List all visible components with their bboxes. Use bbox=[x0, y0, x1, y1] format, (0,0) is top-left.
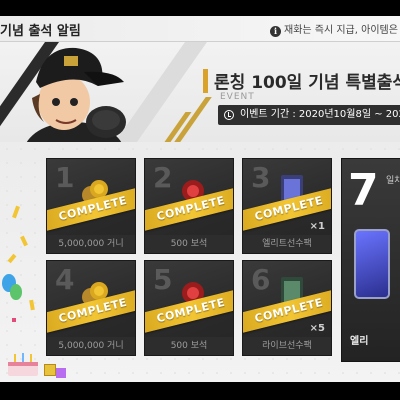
event-banner: 론칭 100일 기념 특별출석 이 EVENT 이벤트 기간 : 2020년10… bbox=[0, 42, 400, 142]
info-icon: i bbox=[270, 26, 281, 37]
title-bar: 기념 출석 알림 i재화는 즉시 지급, 아이템은 우편으 bbox=[0, 16, 400, 42]
reward-quantity: ×1 bbox=[309, 221, 325, 232]
day-suffix: 일차 bbox=[386, 176, 400, 186]
cake-icon bbox=[8, 353, 38, 376]
reward-label: 엘리트선수팩 bbox=[243, 235, 331, 253]
reward-card-day-2[interactable]: 2 COMPLETE 500 보석 bbox=[144, 158, 234, 254]
phone-card-icon bbox=[354, 229, 390, 299]
balloon-decoration bbox=[10, 284, 22, 300]
reward-card-day-1[interactable]: 1 COMPLETE 5,000,000 거니 bbox=[46, 158, 136, 254]
gift-icon bbox=[44, 364, 56, 376]
day-number: 2 bbox=[153, 161, 173, 194]
day-number: 4 bbox=[55, 263, 75, 296]
reward-label: 500 보석 bbox=[145, 337, 233, 355]
reward-label: 500 보석 bbox=[145, 235, 233, 253]
reward-card-day-6[interactable]: 6 ×5 COMPLETE 라이브선수팩 bbox=[242, 260, 332, 356]
notice-text: 재화는 즉시 지급, 아이템은 우편으 bbox=[284, 25, 400, 36]
reward-card-day-5[interactable]: 5 COMPLETE 500 보석 bbox=[144, 260, 234, 356]
event-period-text: 이벤트 기간 : 2020년10월8일 ~ 2020년 bbox=[240, 109, 400, 120]
day-number: 1 bbox=[55, 161, 75, 194]
reward-card-day-4[interactable]: 4 COMPLETE 5,000,000 거니 bbox=[46, 260, 136, 356]
gift-icon bbox=[56, 368, 66, 378]
day-number: 6 bbox=[251, 263, 271, 296]
confetti-decoration bbox=[12, 318, 16, 322]
reward-card-day-3[interactable]: 3 ×1 COMPLETE 엘리트선수팩 bbox=[242, 158, 332, 254]
clock-icon bbox=[224, 110, 234, 120]
reward-label: 5,000,000 거니 bbox=[47, 235, 135, 253]
day-number: 3 bbox=[251, 161, 271, 194]
reward-notice: i재화는 즉시 지급, 아이템은 우편으 bbox=[270, 21, 400, 37]
reward-label: 5,000,000 거니 bbox=[47, 337, 135, 355]
day-number: 7 bbox=[348, 165, 379, 216]
reward-label: 라이브선수팩 bbox=[243, 337, 331, 355]
game-screen: 기념 출석 알림 i재화는 즉시 지급, 아이템은 우편으 론칭 100일 기념… bbox=[0, 0, 400, 400]
player-character-illustration bbox=[26, 47, 126, 142]
title-accent-bar bbox=[203, 69, 208, 93]
window-title: 기념 출석 알림 bbox=[0, 24, 81, 39]
day-number: 5 bbox=[153, 263, 173, 296]
reward-card-day-7[interactable]: 7 일차 엘리 bbox=[341, 158, 400, 362]
event-title: 론칭 100일 기념 특별출석 이 bbox=[214, 73, 400, 93]
reward-label: 엘리 bbox=[350, 336, 369, 347]
event-period: 이벤트 기간 : 2020년10월8일 ~ 2020년 bbox=[218, 105, 400, 125]
reward-quantity: ×5 bbox=[309, 323, 325, 334]
event-subtitle: EVENT bbox=[220, 92, 255, 102]
